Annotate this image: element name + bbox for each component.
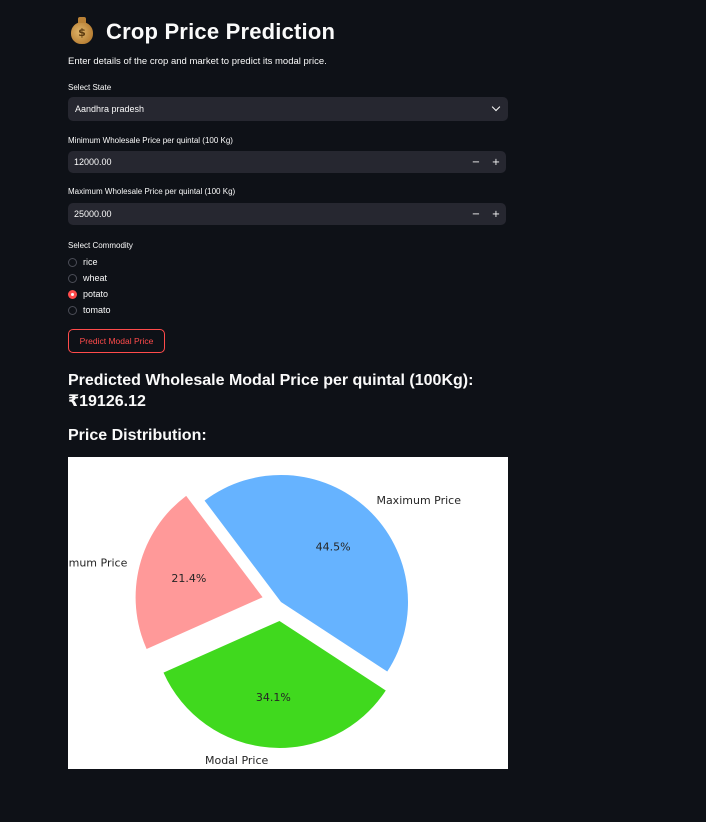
- page-title: Crop Price Prediction: [106, 19, 336, 44]
- prediction-value: ₹19126.12: [68, 393, 146, 410]
- pie-category-label: Modal Price: [205, 754, 269, 767]
- commodity-option-label: wheat: [83, 273, 108, 283]
- max-price-decrement-button[interactable]: −: [466, 203, 486, 225]
- commodity-option-label: rice: [83, 257, 98, 267]
- min-price-increment-button[interactable]: +: [486, 151, 506, 173]
- commodity-option-tomato[interactable]: tomato: [68, 303, 111, 317]
- page-header: Crop Price Prediction: [68, 16, 335, 48]
- max-price-input[interactable]: 25000.00 − +: [68, 203, 506, 225]
- min-price-input[interactable]: 12000.00 − +: [68, 151, 506, 173]
- commodity-option-label: potato: [83, 289, 109, 299]
- max-price-label: Maximum Wholesale Price per quintal (100…: [68, 187, 236, 196]
- pie-percent-label: 34.1%: [256, 691, 291, 704]
- min-price-label: Minimum Wholesale Price per quintal (100…: [68, 136, 233, 145]
- commodity-option-potato[interactable]: potato: [68, 287, 108, 301]
- min-price-value: 12000.00: [74, 157, 112, 167]
- prediction-result: Predicted Wholesale Modal Price per quin…: [68, 370, 508, 412]
- money-bag-icon: [71, 17, 93, 44]
- commodity-option-label: tomato: [83, 305, 111, 315]
- state-select-value: Aandhra pradesh: [75, 104, 145, 114]
- chevron-down-icon: [491, 102, 501, 112]
- max-price-increment-button[interactable]: +: [486, 203, 506, 225]
- predict-button[interactable]: Predict Modal Price: [68, 329, 165, 353]
- prediction-label: Predicted Wholesale Modal Price per quin…: [68, 372, 474, 389]
- radio-button-selected[interactable]: [68, 289, 77, 299]
- price-distribution-heading: Price Distribution:: [68, 427, 207, 444]
- radio-button[interactable]: [68, 305, 77, 315]
- pie-chart: 44.5% Maximum Price 34.1% Modal Price 21.4% M…: [68, 475, 461, 767]
- pie-percent-label: 44.5%: [316, 540, 351, 553]
- commodity-option-wheat[interactable]: wheat: [68, 271, 107, 285]
- pie-percent-label: 21.4%: [171, 572, 206, 585]
- price-distribution-chart: 44.5% Maximum Price 34.1% Modal Price 21.4% M…: [68, 457, 508, 769]
- max-price-value: 25000.00: [74, 209, 112, 219]
- state-label: Select State: [68, 83, 112, 92]
- min-price-decrement-button[interactable]: −: [466, 151, 486, 173]
- radio-button[interactable]: [68, 257, 77, 267]
- pie-category-label: Maximum Price: [376, 494, 461, 507]
- pie-category-label: Minimum Price: [68, 556, 128, 569]
- commodity-label: Select Commodity: [68, 241, 133, 250]
- radio-button[interactable]: [68, 273, 77, 283]
- state-select[interactable]: Aandhra pradesh: [68, 97, 508, 121]
- page-subtitle: Enter details of the crop and market to …: [68, 56, 327, 67]
- commodity-option-rice[interactable]: rice: [68, 255, 98, 269]
